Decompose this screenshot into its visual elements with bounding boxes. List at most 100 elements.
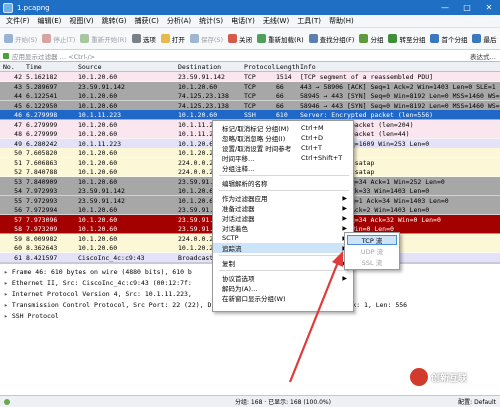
start-capture-button[interactable]: 开始(S) <box>4 34 37 44</box>
packet-cell-dst: 23.59.91.142 <box>178 73 225 81</box>
context-menu-item[interactable]: 编辑解析的名称 <box>213 178 353 188</box>
submenu-arrow-icon: ▶ <box>342 194 347 202</box>
context-menu-shortcut: Ctrl+M <box>301 124 324 132</box>
detail-ip[interactable]: Internet Protocol Version 4, Src: 10.1.1… <box>4 290 192 298</box>
packet-context-menu: 标记/取消标记 分组(M) Ctrl+M 忽略/取消忽略 分组(I) Ctrl+D 设置… <box>212 120 354 312</box>
open-file-button[interactable]: 打开 <box>160 34 185 44</box>
packet-row[interactable]: 44 6.122541 10.1.20.60 74.125.23.138 TCP 66 58… <box>0 91 500 101</box>
context-menu-item[interactable]: 设置/取消设置 时间参考 Ctrl+T <box>213 143 353 153</box>
column-info[interactable]: Info <box>300 63 316 71</box>
follow-stream-item[interactable]: TCP 流 <box>347 235 397 245</box>
packet-cell-src: 23.59.91.142 <box>78 82 125 91</box>
menu-analyze[interactable]: 分析(A) <box>163 16 195 26</box>
context-menu-shortcut: Ctrl+D <box>301 134 324 142</box>
menu-statistics[interactable]: 统计(S) <box>195 16 227 26</box>
context-menu-item[interactable]: 作为过滤器应用 ▶ <box>213 193 353 204</box>
menu-capture[interactable]: 捕获(C) <box>131 16 163 26</box>
folder-icon <box>160 34 170 43</box>
menu-go[interactable]: 跳转(G) <box>98 16 131 26</box>
goto-packet-icon <box>388 34 398 43</box>
context-menu-item[interactable]: 标记/取消标记 分组(M) Ctrl+M <box>213 123 353 133</box>
packet-row[interactable]: 42 5.162182 10.1.20.60 23.59.91.142 TCP 1514 [… <box>0 72 500 82</box>
context-menu-item[interactable]: 追踪流▶ <box>213 243 353 253</box>
packet-cell-len: 66 <box>276 82 284 91</box>
menu-file[interactable]: 文件(F) <box>2 16 34 26</box>
packet-cell-src: 10.1.20.60 <box>78 101 118 110</box>
packet-cell-len: 66 <box>276 101 284 110</box>
follow-stream-item[interactable]: UDP 流 <box>347 246 397 256</box>
detail-frame[interactable]: Frame 46: 610 bytes on wire (4880 bits),… <box>4 268 192 276</box>
packet-cell-no: 59 <box>14 234 22 243</box>
context-menu-item[interactable]: 准备过滤器 ▶ <box>213 203 353 214</box>
close-window-button[interactable]: ✕ <box>478 0 500 15</box>
submenu-arrow-icon: ▶ <box>342 224 347 232</box>
context-menu-item[interactable]: 忽略/取消忽略 分组(I) Ctrl+D <box>213 133 353 143</box>
column-destination[interactable]: Destination <box>178 63 221 71</box>
menu-tools[interactable]: 工具(T) <box>293 16 325 26</box>
menu-wireless[interactable]: 无线(W) <box>259 16 293 26</box>
context-menu-item[interactable]: 复制▶ <box>213 258 353 269</box>
reload-icon <box>257 34 267 43</box>
packet-row[interactable]: 45 6.122950 10.1.20.60 74.125.23.138 TCP 66 58… <box>0 100 500 111</box>
packet-cell-proto: TCP <box>244 92 256 100</box>
close-file-button[interactable]: 关闭 <box>228 34 252 44</box>
packet-cell-no: 50 <box>14 149 22 157</box>
menu-separator <box>219 175 349 176</box>
maximize-button[interactable]: □ <box>456 0 478 15</box>
detail-ethernet[interactable]: Ethernet II, Src: CiscoInc_4c:c9:43 (00:… <box>4 279 192 287</box>
column-no[interactable]: No. <box>3 63 15 71</box>
context-menu-item[interactable]: 在新窗口显示分组(W) <box>213 293 353 303</box>
column-length[interactable]: Length <box>276 63 299 71</box>
packet-cell-dst: 74.125.23.138 <box>178 101 229 110</box>
packet-cell-time: 6.280242 <box>26 139 58 148</box>
context-menu-label: 追踪流 <box>222 245 242 253</box>
packet-cell-no: 45 <box>14 101 22 110</box>
packet-row[interactable]: 46 6.279998 10.1.11.223 10.1.20.60 SSH 610 Ser… <box>0 110 500 120</box>
column-source[interactable]: Source <box>78 63 101 71</box>
prev-packet-button[interactable]: 分组 <box>359 34 383 44</box>
context-menu-item[interactable]: 解码为(A)… <box>213 283 353 293</box>
context-menu-label: 在新窗口显示分组(W) <box>222 295 286 303</box>
context-menu-item[interactable]: SCTP▶ <box>213 233 353 243</box>
last-packet-button[interactable]: 最后 <box>472 34 496 44</box>
column-protocol[interactable]: Protocol <box>244 63 275 71</box>
packet-cell-dst: 74.125.23.138 <box>178 92 229 100</box>
context-menu-label: 对话着色 <box>222 225 248 233</box>
goto-packet-button[interactable]: 转至分组 <box>388 34 425 44</box>
packet-cell-no: 54 <box>14 187 22 195</box>
watermark-logo <box>410 368 428 386</box>
menu-edit[interactable]: 编辑(E) <box>34 16 66 26</box>
menu-separator <box>219 190 349 191</box>
stop-capture-button[interactable]: 停止(T) <box>42 34 75 44</box>
packet-row[interactable]: 43 5.289697 23.59.91.142 10.1.20.60 TCP 66 443… <box>0 81 500 92</box>
reload-file-button[interactable]: 重新加载(R) <box>257 34 304 44</box>
column-time[interactable]: Time <box>26 63 42 71</box>
restart-capture-button[interactable]: 重新开始(R) <box>80 34 127 44</box>
context-menu-item[interactable]: 协议首选项 ▶ <box>213 273 353 284</box>
context-menu-item[interactable]: 对话着色 ▶ <box>213 223 353 234</box>
packet-cell-no: 58 <box>14 225 22 233</box>
display-filter-input[interactable]: 应用显示过滤器 … <Ctrl-/> <box>2 51 422 61</box>
find-packet-button[interactable]: 查找分组(F) <box>308 34 354 44</box>
context-menu-item[interactable]: 分组注释… <box>213 163 353 173</box>
packet-cell-time: 7.972994 <box>26 206 58 214</box>
follow-stream-submenu: TCP 流 UDP 流 SSL 流 <box>344 232 400 270</box>
context-menu-item[interactable]: 时间平移… Ctrl+Shift+T <box>213 153 353 163</box>
menu-telephony[interactable]: 电话(Y) <box>227 16 259 26</box>
context-menu-shortcut: Ctrl+Shift+T <box>301 154 343 162</box>
first-packet-button[interactable]: 首个分组 <box>430 34 467 44</box>
menu-help[interactable]: 帮助(H) <box>325 16 358 26</box>
minimize-button[interactable]: — <box>434 0 456 15</box>
packet-cell-no: 49 <box>14 139 22 148</box>
profile-status[interactable]: 配置: Default <box>458 397 496 406</box>
save-file-button[interactable]: 保存(S) <box>189 34 223 44</box>
follow-stream-item[interactable]: SSL 流 <box>347 257 397 267</box>
packet-cell-no: 57 <box>14 215 22 224</box>
window-title: 1.pcapng <box>17 3 50 12</box>
detail-ssh[interactable]: SSH Protocol <box>4 312 59 320</box>
context-menu-item[interactable]: 对话过滤器 ▶ <box>213 213 353 224</box>
menu-view[interactable]: 视图(V) <box>65 16 97 26</box>
capture-options-button[interactable]: 选项 <box>131 34 156 44</box>
filter-expression-button[interactable]: 表达式… <box>470 51 496 61</box>
context-menu-label: 准备过滤器 <box>222 205 255 213</box>
